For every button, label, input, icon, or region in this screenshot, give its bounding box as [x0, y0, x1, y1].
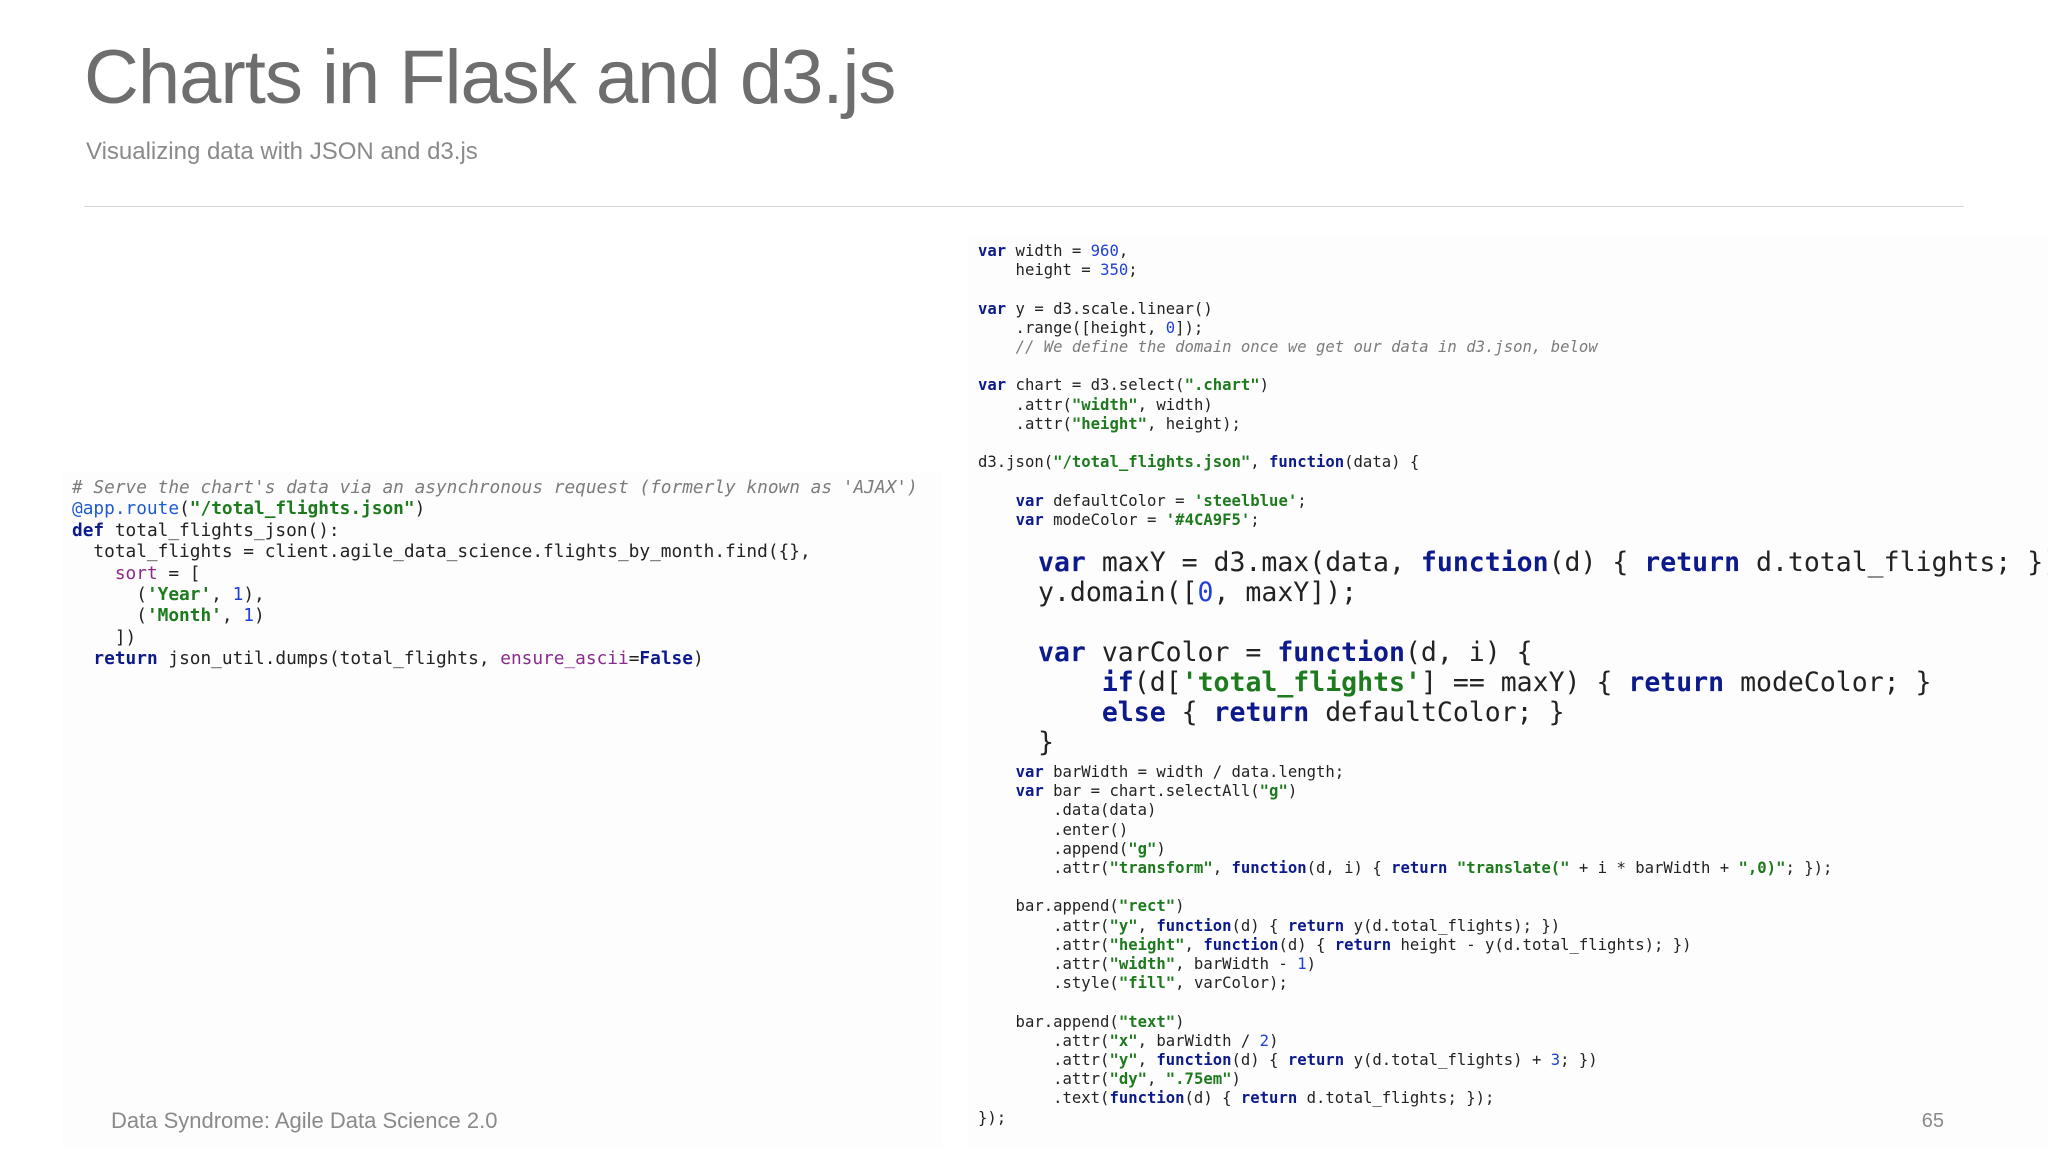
js-code-highlighted: var maxY = d3.max(data, function(d) { re…	[1038, 547, 2048, 758]
title-divider	[84, 206, 1964, 207]
js-code-top: var width = 960, height = 350; var y = d…	[978, 242, 1598, 529]
slide-title: Charts in Flask and d3.js	[84, 35, 896, 120]
footer-text: Data Syndrome: Agile Data Science 2.0	[111, 1108, 498, 1133]
javascript-code-panel: var width = 960, height = 350; var y = d…	[968, 236, 2048, 1148]
python-code-block: # Serve the chart's data via an asynchro…	[72, 477, 918, 670]
slide-subtitle: Visualizing data with JSON and d3.js	[86, 138, 478, 165]
page-number: 65	[1921, 1110, 1944, 1132]
python-code-panel: # Serve the chart's data via an asynchro…	[62, 472, 942, 1148]
js-code-bottom: var barWidth = width / data.length; var …	[978, 763, 1833, 1127]
